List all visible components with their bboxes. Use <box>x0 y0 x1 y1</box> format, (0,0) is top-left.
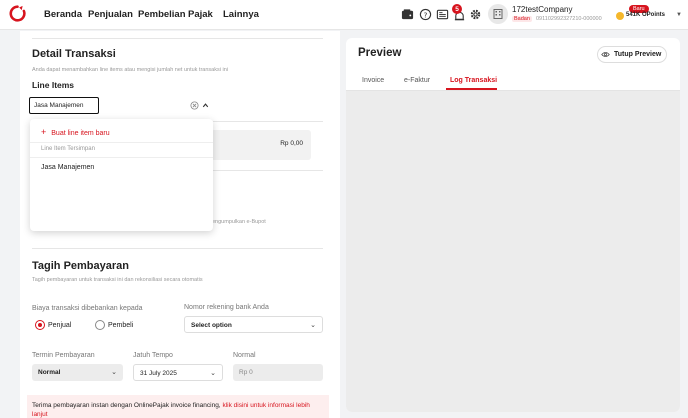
line-items-title: Line Items <box>32 80 75 90</box>
nav-beranda[interactable]: Beranda <box>44 9 82 20</box>
radio-penjual[interactable] <box>35 320 45 330</box>
building-icon <box>493 9 503 19</box>
preview-title: Preview <box>358 47 402 59</box>
normal-amount-field: Rp 0 <box>233 364 323 381</box>
rekening-bank-placeholder: Select option <box>191 322 232 329</box>
line-item-search-input[interactable]: Jasa Manajemen <box>29 97 99 114</box>
normal-label: Normal <box>233 352 256 359</box>
nav-lainnya[interactable]: Lainnya <box>223 9 259 20</box>
wallet-icon[interactable] <box>401 8 414 21</box>
line-item-option[interactable]: Jasa Manajemen <box>41 164 94 171</box>
radio-pembeli-label[interactable]: Pembeli <box>108 322 133 329</box>
chevron-down-icon: ⌄ <box>310 322 316 329</box>
tab-efaktur[interactable]: e-Faktur <box>404 77 430 84</box>
nav-pembelian[interactable]: Pembelian <box>138 9 186 20</box>
divider <box>32 248 323 249</box>
biaya-transaksi-label: Biaya transaksi dibebankan kepada <box>32 305 143 312</box>
tab-invoice[interactable]: Invoice <box>362 77 384 84</box>
clear-icon[interactable] <box>190 101 199 110</box>
divider <box>213 121 323 122</box>
chevron-down-icon: ⌄ <box>210 370 216 377</box>
nav-penjualan[interactable]: Penjualan <box>88 9 133 20</box>
financing-banner-message: Terima pembayaran instan dengan OnlinePa… <box>32 402 221 409</box>
radio-pembeli[interactable] <box>95 320 105 330</box>
close-preview-label[interactable]: Tutup Preview <box>614 51 661 58</box>
divider <box>32 38 323 39</box>
divider <box>30 157 213 158</box>
financing-banner-text: Terima pembayaran instan dengan OnlinePa… <box>32 401 322 418</box>
termin-pembayaran-label: Termin Pembayaran <box>32 352 95 359</box>
tab-log-transaksi[interactable]: Log Transaksi <box>450 77 497 84</box>
saved-line-items-group-label: Line Item Tersimpan <box>41 146 95 152</box>
jatuh-tempo-value: 31 July 2025 <box>140 370 177 377</box>
ebupot-note: engumpulkan e-Bupot <box>212 219 266 225</box>
notification-badge: 5 <box>452 4 462 14</box>
rekening-bank-label: Nomor rekening bank Anda <box>184 304 269 311</box>
rekening-bank-select[interactable]: Select option ⌄ <box>184 316 323 333</box>
eye-icon <box>601 52 610 57</box>
help-icon[interactable]: ? <box>419 8 432 21</box>
amount-value: Rp 0,00 <box>280 140 303 147</box>
tagih-pembayaran-subtitle: Tagih pembayaran untuk transaksi ini dan… <box>32 277 203 283</box>
chevron-down-icon[interactable]: ▼ <box>676 12 682 18</box>
detail-transaksi-title: Detail Transaksi <box>32 48 116 60</box>
active-tab-indicator <box>446 88 497 90</box>
coin-icon <box>616 12 624 20</box>
tagih-pembayaran-title: Tagih Pembayaran <box>32 260 129 272</box>
npwp-number: 091102992327210-000000 <box>536 16 602 22</box>
divider <box>30 142 213 143</box>
divider <box>213 170 323 171</box>
svg-text:?: ? <box>424 10 428 19</box>
opoints-balance[interactable]: 541K OPoints <box>626 12 665 18</box>
detail-transaksi-subtitle: Anda dapat menambahkan line items atau m… <box>32 67 228 73</box>
radio-penjual-label[interactable]: Penjual <box>48 322 71 329</box>
termin-pembayaran-select[interactable]: Normal ⌄ <box>32 364 123 381</box>
plus-icon: + <box>41 127 47 137</box>
preview-content-area <box>346 91 680 412</box>
jatuh-tempo-label: Jatuh Tempo <box>133 352 173 359</box>
create-line-item-label: Buat line item baru <box>51 130 110 137</box>
line-item-dropdown: + Buat line item baru Line Item Tersimpan… <box>30 119 213 231</box>
termin-pembayaran-value: Normal <box>38 369 61 376</box>
nav-pajak[interactable]: Pajak <box>188 9 213 20</box>
gear-icon[interactable] <box>469 8 482 21</box>
chevron-up-icon[interactable] <box>201 101 210 110</box>
create-line-item-option[interactable]: + Buat line item baru <box>41 127 110 137</box>
chevron-down-icon: ⌄ <box>111 369 117 376</box>
news-icon[interactable] <box>436 8 449 21</box>
company-name[interactable]: 172testCompany <box>512 5 572 14</box>
normal-amount-value: Rp 0 <box>239 369 253 376</box>
jatuh-tempo-select[interactable]: 31 July 2025 ⌄ <box>133 364 223 381</box>
company-type-badge: Badan <box>512 16 532 22</box>
onlinepajak-logo-icon[interactable] <box>9 5 26 22</box>
